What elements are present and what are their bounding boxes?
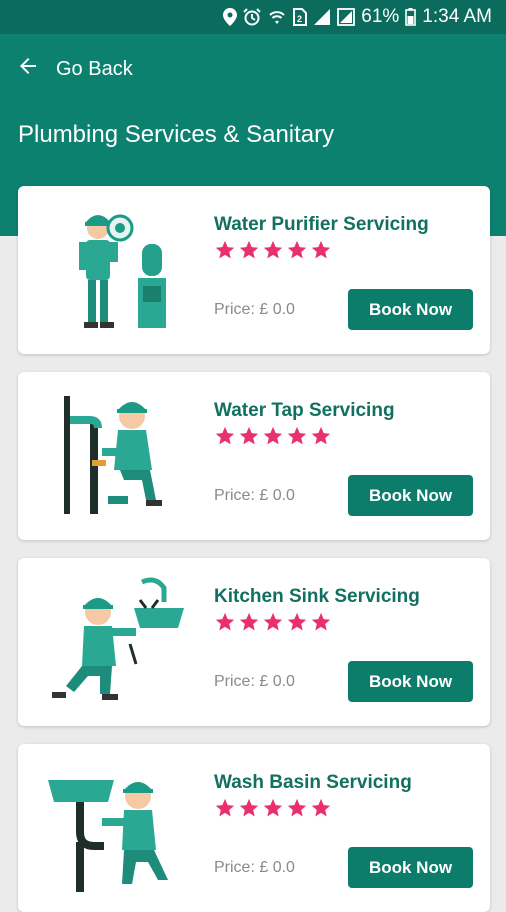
- rating-stars: [214, 425, 334, 447]
- service-card[interactable]: Kitchen Sink Servicing Price: £ 0.0 Book…: [18, 558, 490, 726]
- service-price: Price: £ 0.0: [214, 859, 295, 876]
- go-back-label: Go Back: [56, 57, 133, 80]
- star-icon: [263, 240, 283, 259]
- service-name: Water Tap Servicing: [214, 400, 395, 421]
- star-icon: [263, 612, 283, 631]
- star-icon: [287, 426, 307, 445]
- service-price: Price: £ 0.0: [214, 301, 295, 318]
- service-price: Price: £ 0.0: [214, 673, 295, 690]
- star-icon: [311, 612, 331, 631]
- star-icon: [311, 798, 331, 817]
- star-icon: [215, 426, 235, 445]
- book-now-button[interactable]: Book Now: [348, 661, 473, 702]
- water-purifier-illustration: [46, 200, 186, 340]
- wifi-icon: [267, 8, 287, 26]
- star-icon: [239, 426, 259, 445]
- location-icon: [223, 8, 238, 26]
- star-icon: [239, 240, 259, 259]
- star-icon: [263, 426, 283, 445]
- star-icon: [311, 240, 331, 259]
- page-title: Plumbing Services & Sanitary: [18, 121, 335, 148]
- service-card[interactable]: Water Tap Servicing Price: £ 0.0 Book No…: [18, 372, 490, 540]
- service-price: Price: £ 0.0: [214, 487, 295, 504]
- rating-stars: [214, 239, 334, 261]
- book-now-button[interactable]: Book Now: [348, 289, 473, 330]
- star-icon: [239, 612, 259, 631]
- star-icon: [311, 426, 331, 445]
- book-now-button[interactable]: Book Now: [348, 475, 473, 516]
- book-now-button[interactable]: Book Now: [348, 847, 473, 888]
- star-icon: [215, 240, 235, 259]
- wash-basin-illustration: [46, 758, 186, 898]
- signal-box-icon: [337, 8, 356, 26]
- status-bar: 2 61% 1:34 AM: [0, 0, 506, 34]
- star-icon: [287, 612, 307, 631]
- battery-icon: [405, 8, 417, 26]
- arrow-left-icon: [16, 54, 56, 84]
- sim-icon: 2: [293, 8, 308, 26]
- service-card[interactable]: Water Purifier Servicing Price: £ 0.0 Bo…: [18, 186, 490, 354]
- star-icon: [239, 798, 259, 817]
- service-card[interactable]: Wash Basin Servicing Price: £ 0.0 Book N…: [18, 744, 490, 912]
- service-name: Water Purifier Servicing: [214, 214, 429, 235]
- service-name: Wash Basin Servicing: [214, 772, 412, 793]
- signal-icon: [313, 8, 331, 26]
- rating-stars: [214, 611, 334, 633]
- star-icon: [215, 612, 235, 631]
- alarm-icon: [243, 8, 261, 26]
- star-icon: [263, 798, 283, 817]
- service-name: Kitchen Sink Servicing: [214, 586, 420, 607]
- svg-text:2: 2: [297, 14, 302, 24]
- go-back-button[interactable]: Go Back: [16, 54, 133, 84]
- star-icon: [287, 240, 307, 259]
- clock: 1:34 AM: [422, 6, 492, 27]
- star-icon: [287, 798, 307, 817]
- kitchen-sink-illustration: [46, 572, 186, 712]
- star-icon: [215, 798, 235, 817]
- rating-stars: [214, 797, 334, 819]
- battery-percent: 61%: [361, 6, 400, 27]
- water-tap-illustration: [46, 386, 186, 526]
